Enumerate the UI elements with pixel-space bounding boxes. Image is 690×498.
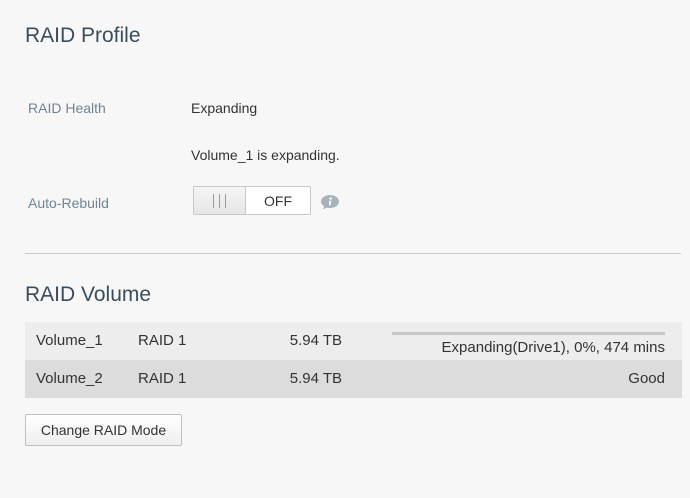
change-raid-mode-button[interactable]: Change RAID Mode [25, 414, 182, 446]
auto-rebuild-toggle[interactable]: OFF [193, 186, 311, 215]
volume-status: Expanding(Drive1), 0%, 474 mins [441, 339, 665, 356]
raid-health-label: RAID Health [28, 100, 106, 116]
volume-name: Volume_2 [36, 370, 103, 387]
toggle-state-label: OFF [264, 192, 292, 209]
toggle-handle[interactable] [194, 187, 246, 214]
volume-name: Volume_1 [36, 332, 103, 349]
raid-level: RAID 1 [138, 332, 187, 349]
raid-health-value: Expanding [191, 100, 258, 116]
raid-level: RAID 1 [138, 370, 187, 387]
volume-status: Good [628, 370, 665, 387]
volume-size: 5.94 TB [289, 332, 342, 349]
info-icon[interactable] [320, 194, 340, 210]
raid-volume-title: RAID Volume [25, 283, 152, 306]
auto-rebuild-label: Auto-Rebuild [28, 195, 109, 211]
expansion-progress-bar [392, 332, 665, 335]
raid-profile-title: RAID Profile [25, 24, 141, 47]
raid-health-message: Volume_1 is expanding. [191, 147, 340, 163]
volume-size: 5.94 TB [289, 370, 342, 387]
table-row: Volume_1 RAID 1 5.94 TB Expanding(Drive1… [25, 322, 682, 360]
grip-icon [213, 193, 226, 208]
table-row: Volume_2 RAID 1 5.94 TB Good [25, 360, 682, 398]
section-divider [25, 253, 681, 254]
raid-volume-table: Volume_1 RAID 1 5.94 TB Expanding(Drive1… [25, 322, 682, 398]
